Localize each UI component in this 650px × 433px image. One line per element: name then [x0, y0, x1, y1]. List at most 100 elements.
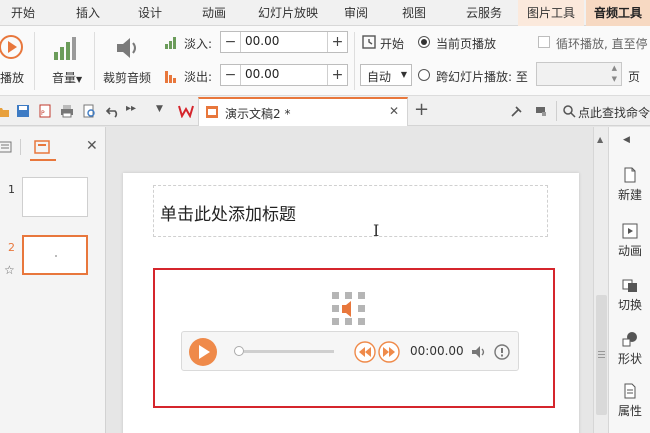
fade-in-decrement-button[interactable]: − [221, 32, 241, 52]
export-pdf-icon[interactable]: P [38, 104, 52, 118]
pane-shape-button[interactable]: 形状 [609, 331, 650, 367]
audio-object-icon[interactable] [331, 291, 367, 327]
start-mode-value: 自动 [367, 70, 392, 84]
tab-cloud[interactable]: 云服务 [456, 0, 512, 26]
brush-icon[interactable] [510, 104, 524, 118]
pane-properties-label: 属性 [617, 404, 642, 418]
current-page-radio[interactable] [418, 36, 430, 48]
print-preview-icon[interactable] [82, 104, 96, 118]
new-tab-plus-icon[interactable]: + [414, 99, 429, 120]
tab-picture-tools[interactable]: 图片工具 [518, 0, 584, 26]
ribbon-separator [94, 32, 95, 90]
pane-transition-label: 切换 [617, 298, 642, 312]
cross-slide-page-input[interactable]: ▲ ▼ [536, 62, 622, 86]
open-folder-icon[interactable] [0, 104, 10, 118]
wps-logo-icon[interactable] [178, 104, 194, 118]
tab-review[interactable]: 审阅 [334, 0, 378, 26]
spin-down-icon[interactable]: ▼ [612, 75, 617, 83]
print-icon[interactable] [60, 104, 74, 118]
progress-track[interactable] [244, 350, 334, 353]
pane-animation-button[interactable]: 动画 [609, 223, 650, 259]
audio-dot-icon [55, 255, 57, 257]
start-mode-select[interactable]: 自动 ▼ [360, 64, 412, 86]
ribbon-separator [34, 32, 35, 90]
slide-thumbnail-2[interactable] [22, 235, 88, 275]
fade-out-stepper[interactable]: − 00.00 + [220, 64, 348, 86]
toolbar-separator [556, 101, 557, 121]
spin-up-icon[interactable]: ▲ [612, 64, 617, 72]
search-icon[interactable] [562, 104, 576, 118]
trim-audio-button[interactable]: 裁剪音频 [98, 30, 156, 92]
volume-button[interactable]: 音量 ▼ [40, 30, 88, 92]
svg-text:P: P [41, 110, 45, 117]
slide-thumbnail-panel: ✕ 1 2 ☆ [0, 127, 106, 433]
rewind-button[interactable] [354, 341, 376, 363]
info-icon[interactable] [494, 344, 510, 360]
slide-thumbnail-1[interactable] [22, 177, 88, 217]
quick-access-bar: P ▸▸ ▼ 演示文稿2 * ✕ + 点此查找命令 [0, 96, 650, 126]
fade-in-stepper[interactable]: − 00.00 + [220, 31, 348, 53]
play-button[interactable]: 播放 [0, 30, 30, 92]
ribbon-separator [354, 32, 355, 90]
pane-collapse-icon[interactable]: ◀ [623, 135, 630, 145]
play-circle-icon [0, 35, 23, 59]
command-search-label[interactable]: 点此查找命令 [578, 104, 650, 121]
tab-design[interactable]: 设计 [124, 0, 176, 26]
fade-in-increment-button[interactable]: + [327, 32, 347, 52]
close-tab-icon[interactable]: ✕ [389, 104, 399, 118]
player-time: 00:00.00 [410, 344, 464, 358]
fast-forward-button[interactable] [378, 341, 400, 363]
current-page-label: 当前页播放 [436, 37, 497, 51]
flag-icon[interactable] [534, 104, 548, 118]
progress-knob[interactable] [234, 346, 244, 356]
loop-label: 循环播放, 直至停 [556, 37, 648, 51]
page-suffix: 页 [628, 70, 641, 84]
slide[interactable]: 单击此处添加标题 I 00:00.00 [123, 173, 579, 433]
pane-transition-button[interactable]: 切换 [609, 277, 650, 313]
chevron-down-icon: ▼ [76, 75, 83, 84]
fade-out-value[interactable]: 00.00 [245, 67, 279, 81]
view-separator [20, 139, 21, 155]
player-volume-icon[interactable] [470, 344, 486, 360]
play-label: 播放 [0, 71, 25, 85]
fade-out-increment-button[interactable]: + [327, 65, 347, 85]
title-placeholder-text: 单击此处添加标题 [160, 205, 296, 225]
tab-insert[interactable]: 插入 [62, 0, 114, 26]
scrollbar-thumb[interactable] [596, 295, 607, 415]
tab-home[interactable]: 开始 [0, 0, 46, 26]
vertical-scrollbar[interactable]: ▲ [593, 127, 608, 433]
cross-slide-radio[interactable] [418, 69, 430, 81]
pane-properties-button[interactable]: 属性 [609, 383, 650, 419]
loop-checkbox[interactable] [538, 36, 550, 48]
document-tab[interactable]: 演示文稿2 * ✕ [198, 97, 408, 126]
tab-view[interactable]: 视图 [392, 0, 436, 26]
fade-out-icon [165, 71, 176, 83]
undo-icon[interactable] [106, 104, 120, 118]
fade-out-label: 淡出: [184, 70, 213, 84]
document-tab-title: 演示文稿2 * [225, 107, 291, 121]
text-cursor-icon: I [373, 221, 380, 240]
fade-in-label: 淡入: [184, 37, 213, 51]
start-clock-icon [362, 35, 376, 49]
scroll-up-icon[interactable]: ▲ [597, 135, 603, 144]
fade-in-value[interactable]: 00.00 [245, 34, 279, 48]
title-placeholder[interactable]: 单击此处添加标题 [153, 185, 548, 237]
outline-view-icon[interactable] [0, 141, 12, 153]
active-view-indicator [30, 159, 56, 161]
close-panel-icon[interactable]: ✕ [86, 138, 98, 154]
save-icon[interactable] [16, 104, 30, 118]
task-pane: ◀ 新建 动画 切换 形状 属性 [608, 127, 650, 433]
pane-new-button[interactable]: 新建 [609, 167, 650, 203]
fade-out-decrement-button[interactable]: − [221, 65, 241, 85]
animation-star-icon: ☆ [4, 263, 15, 277]
slides-view-icon[interactable] [34, 140, 50, 154]
tab-slideshow[interactable]: 幻灯片放映 [248, 0, 328, 26]
chevron-down-icon[interactable]: ▼ [156, 104, 163, 114]
player-play-button[interactable] [188, 337, 218, 367]
tab-animation[interactable]: 动画 [188, 0, 240, 26]
shape-icon [622, 332, 637, 347]
new-file-icon [624, 167, 636, 183]
tab-audio-tools[interactable]: 音频工具 [586, 0, 650, 26]
more-icon[interactable]: ▸▸ [126, 103, 136, 114]
chevron-down-icon: ▼ [400, 70, 407, 79]
